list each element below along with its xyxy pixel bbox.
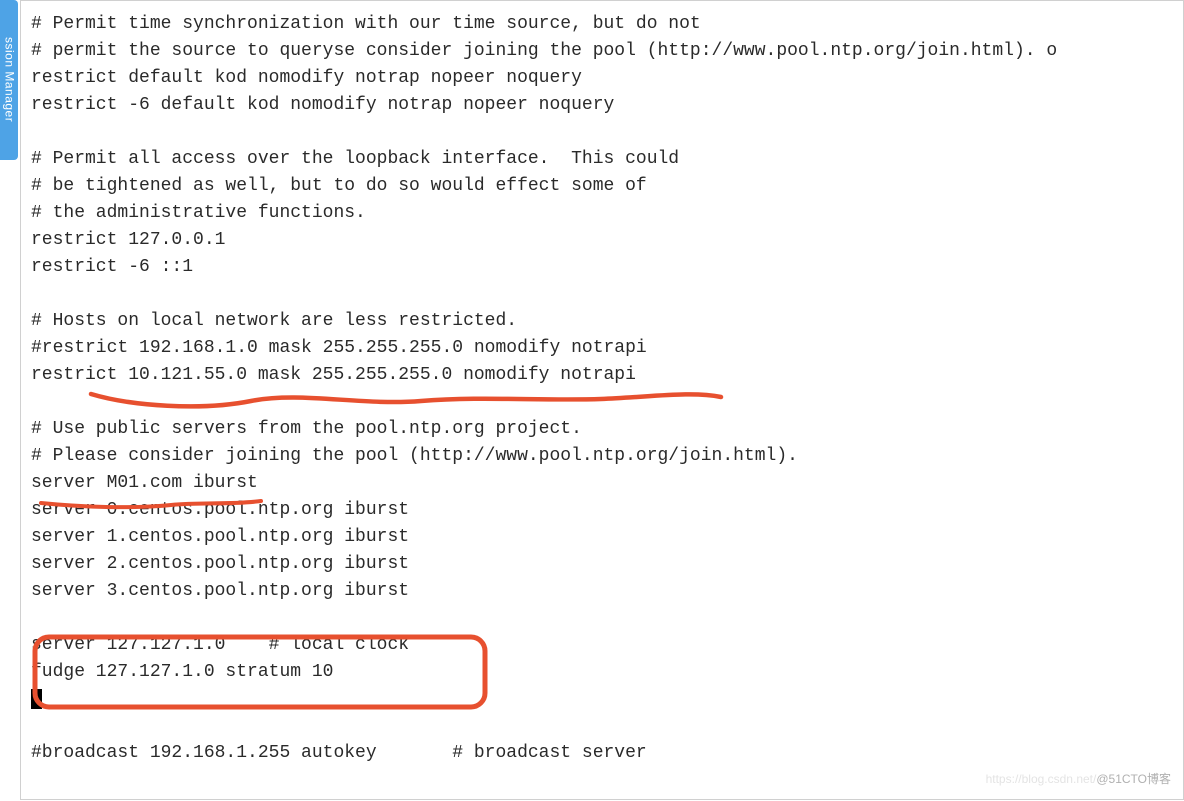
config-line: restrict -6 default kod nomodify notrap … [31, 92, 1183, 119]
cursor-line [31, 686, 1183, 713]
config-line: #restrict 192.168.1.0 mask 255.255.255.0… [31, 335, 1183, 362]
config-line: fudge 127.127.1.0 stratum 10 [31, 659, 1183, 686]
config-line: #broadcast 192.168.1.255 autokey # broad… [31, 740, 1183, 767]
session-manager-tab[interactable]: ssion Manager [0, 0, 18, 160]
config-line: # Permit time synchronization with our t… [31, 11, 1183, 38]
config-line: restrict 127.0.0.1 [31, 227, 1183, 254]
text-cursor [31, 689, 42, 709]
config-line: restrict default kod nomodify notrap nop… [31, 65, 1183, 92]
config-line [31, 605, 1183, 632]
editor-viewport: # Permit time synchronization with our t… [20, 0, 1184, 800]
config-line: server 2.centos.pool.ntp.org iburst [31, 551, 1183, 578]
config-line: # Please consider joining the pool (http… [31, 443, 1183, 470]
config-line [31, 281, 1183, 308]
config-line: # the administrative functions. [31, 200, 1183, 227]
config-line: # Use public servers from the pool.ntp.o… [31, 416, 1183, 443]
config-text[interactable]: # Permit time synchronization with our t… [31, 11, 1183, 767]
config-line: server 1.centos.pool.ntp.org iburst [31, 524, 1183, 551]
config-line: server 0.centos.pool.ntp.org iburst [31, 497, 1183, 524]
config-line [31, 119, 1183, 146]
config-line: server 127.127.1.0 # local clock [31, 632, 1183, 659]
watermark-text: @51CTO博客 [1096, 772, 1171, 786]
config-line [31, 713, 1183, 740]
watermark: https://blog.csdn.net/@51CTO博客 [986, 766, 1171, 793]
config-line: # be tightened as well, but to do so wou… [31, 173, 1183, 200]
config-line: # permit the source to queryse consider … [31, 38, 1183, 65]
watermark-url: https://blog.csdn.net/ [986, 772, 1097, 786]
config-line: restrict 10.121.55.0 mask 255.255.255.0 … [31, 362, 1183, 389]
config-line [31, 389, 1183, 416]
config-line: server M01.com iburst [31, 470, 1183, 497]
config-line: restrict -6 ::1 [31, 254, 1183, 281]
config-line: # Permit all access over the loopback in… [31, 146, 1183, 173]
config-line: # Hosts on local network are less restri… [31, 308, 1183, 335]
config-line: server 3.centos.pool.ntp.org iburst [31, 578, 1183, 605]
